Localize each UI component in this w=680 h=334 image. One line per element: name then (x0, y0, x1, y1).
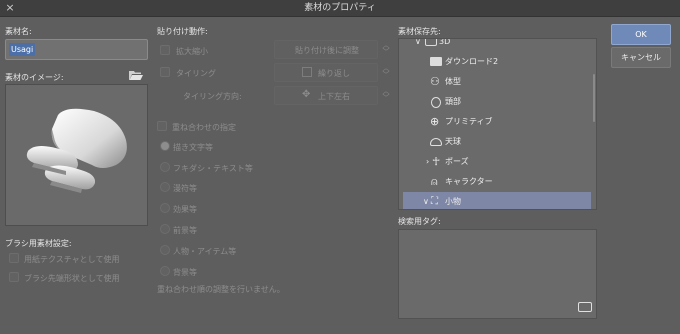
tiling-dropdown-value: 繰り返し (318, 69, 350, 78)
tree-item-sky-dome[interactable]: 天球 (399, 132, 589, 152)
material-name-label: 素材名: (5, 27, 32, 36)
tiling-checkbox[interactable] (160, 67, 170, 77)
paper-texture-checkbox[interactable] (9, 253, 19, 263)
add-tag-icon[interactable] (578, 302, 592, 312)
sky-dome-icon (430, 138, 442, 146)
chevron-down-icon[interactable]: ∨ (423, 192, 429, 209)
brush-tip-label: ブラシ先端形状として使用 (24, 274, 120, 283)
overlay-radio-7[interactable] (160, 266, 170, 276)
material-name-value[interactable]: Usagi (9, 43, 36, 56)
overlay-option-6: 人物・アイテム等 (173, 247, 237, 256)
overlay-note: 重ね合わせ順の調整を行いません。 (157, 285, 285, 294)
tiling-direction-label: タイリング方向: (183, 92, 242, 101)
cancel-button[interactable]: キャンセル (611, 47, 671, 68)
tree-item-label: ポーズ (445, 157, 469, 166)
pose-icon: ☥ (432, 155, 441, 168)
body-type-icon: ⚇ (430, 75, 440, 88)
overlay-radio-4[interactable] (160, 203, 170, 213)
tree-scrollbar[interactable] (593, 74, 595, 122)
tree-item-label: キャラクター (445, 177, 493, 186)
overlay-option-7: 背景等 (173, 268, 197, 277)
tree-item-label: 3D (439, 38, 451, 46)
tree-item-body-type[interactable]: ⚇ 体型 (399, 72, 589, 92)
folder-icon (430, 57, 442, 66)
overlay-radio-1[interactable] (160, 141, 170, 151)
search-tag-box[interactable] (398, 229, 597, 319)
close-icon[interactable]: × (3, 1, 17, 15)
scale-label: 拡大縮小 (176, 47, 208, 56)
overlay-radio-3[interactable] (160, 182, 170, 192)
tiling-direction-spin-icon[interactable]: ︿ ﹀ (381, 88, 391, 102)
tree-item-label: プリミティブ (445, 117, 493, 126)
overlay-option-3: 漫符等 (173, 184, 197, 193)
tree-item-label: 天球 (445, 137, 461, 146)
tiling-spin-icon[interactable]: ︿ ﹀ (381, 65, 391, 79)
overlay-label: 重ね合わせの指定 (172, 123, 236, 132)
scale-dropdown-value: 貼り付け後に調整 (295, 46, 359, 55)
tiling-direction-value: 上下左右 (318, 92, 350, 101)
overlay-radio-2[interactable] (160, 162, 170, 172)
3d-folder-icon (425, 39, 437, 46)
tree-item-label: 小物 (445, 197, 461, 206)
small-object-icon: ⛶ (431, 196, 438, 207)
overlay-option-1: 描き文字等 (173, 143, 213, 152)
paper-texture-label: 用紙テクスチャとして使用 (24, 255, 120, 264)
tiling-label: タイリング (176, 69, 216, 78)
brush-tip-checkbox[interactable] (9, 272, 19, 282)
search-tag-label: 検索用タグ: (398, 217, 441, 226)
tree-item-3d[interactable]: ∨ 3D (399, 38, 589, 52)
overlay-option-2: フキダシ・テキスト等 (173, 164, 253, 173)
material-image-label: 素材のイメージ: (5, 73, 64, 82)
character-icon: ⍝ (431, 175, 438, 188)
tree-item-small-object[interactable]: ∨ ⛶ 小物 (403, 192, 591, 209)
tree-item-label: 頭部 (445, 97, 461, 106)
overlay-radio-6[interactable] (160, 245, 170, 255)
primitive-icon: ⊕ (430, 115, 440, 128)
ok-button[interactable]: OK (611, 24, 671, 45)
chevron-down-icon[interactable]: ∨ (415, 39, 421, 52)
overlay-checkbox[interactable] (157, 121, 167, 131)
storage-tree[interactable]: ∨ 3D ダウンロード2 ⚇ 体型 頭部 ⊕ プリミティブ 天球 › ☥ ポーズ… (398, 38, 597, 210)
chevron-right-icon[interactable]: › (426, 152, 429, 172)
overlay-radio-5[interactable] (160, 224, 170, 234)
scale-checkbox[interactable] (160, 45, 170, 55)
four-way-arrow-icon: ✥ (302, 89, 311, 100)
tree-item-head[interactable]: 頭部 (399, 92, 589, 112)
tree-item-character[interactable]: ⍝ キャラクター (399, 172, 589, 192)
tree-item-download2[interactable]: ダウンロード2 (399, 52, 589, 72)
material-image-preview (5, 84, 148, 226)
tree-item-label: ダウンロード2 (445, 57, 499, 66)
rabbit-3d-thumbnail (26, 108, 127, 193)
overlay-option-4: 効果等 (173, 205, 197, 214)
head-icon (431, 97, 441, 108)
window-title: 素材のプロパティ (304, 3, 376, 13)
open-folder-icon[interactable] (128, 69, 144, 81)
scale-spin-icon[interactable]: ︿ ﹀ (381, 42, 391, 56)
overlay-option-5: 前景等 (173, 226, 197, 235)
brush-settings-label: ブラシ用素材設定: (5, 239, 72, 248)
paste-behavior-label: 貼り付け動作: (157, 27, 208, 36)
tree-item-label: 体型 (445, 77, 461, 86)
tree-item-pose[interactable]: › ☥ ポーズ (399, 152, 589, 172)
tiling-repeat-icon (302, 67, 312, 77)
storage-location-label: 素材保存先: (398, 27, 441, 36)
tree-item-primitive[interactable]: ⊕ プリミティブ (399, 112, 589, 132)
